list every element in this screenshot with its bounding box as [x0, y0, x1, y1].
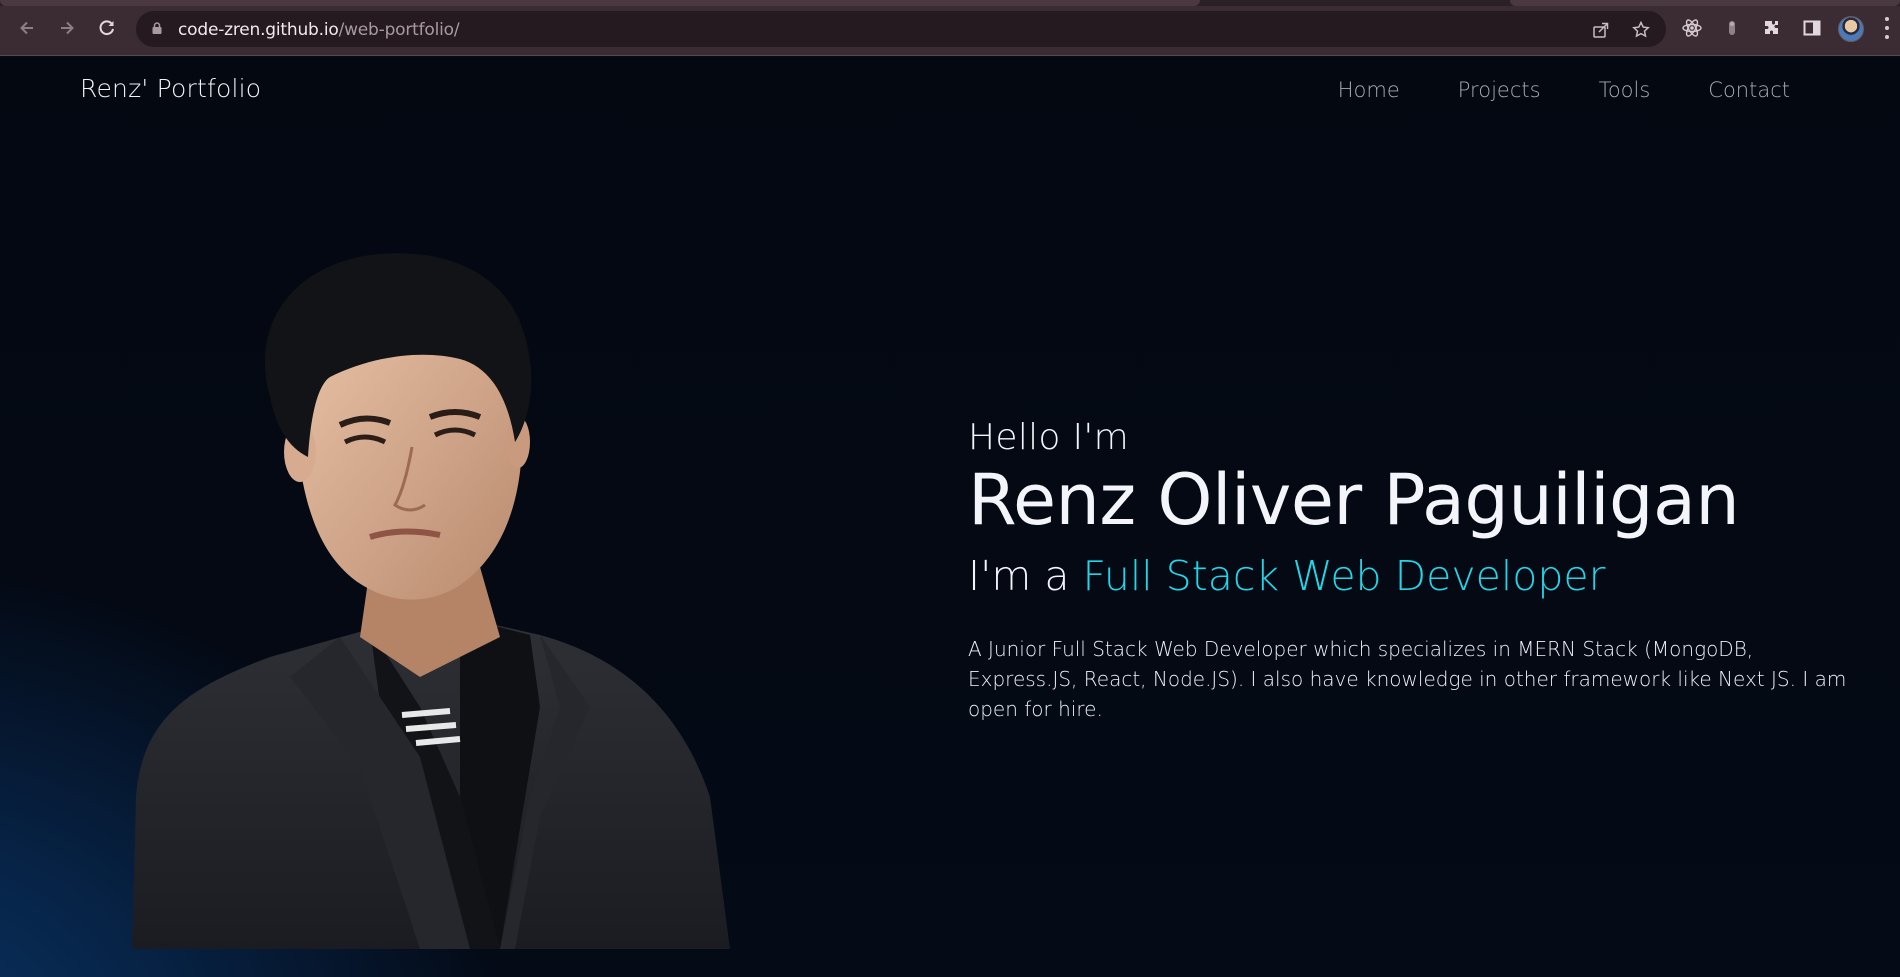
hero-bio: A Junior Full Stack Web Developer which …: [968, 636, 1847, 721]
tab[interactable]: [1510, 0, 1900, 6]
role-highlight: Full Stack Web Developer: [1082, 551, 1606, 600]
role-prefix: I'm a: [968, 551, 1083, 600]
nav-home[interactable]: Home: [1338, 78, 1400, 102]
forward-arrow-icon[interactable]: [54, 15, 80, 41]
portfolio-page: Renz' Portfolio Home Projects Tools Cont…: [0, 57, 1900, 977]
url-text[interactable]: code-zren.github.io/web-portfolio/: [178, 20, 460, 40]
hero-role: I'm a Full Stack Web Developer: [968, 552, 1848, 600]
hero-name: Renz Oliver Paguiligan: [968, 459, 1740, 541]
browser-toolbar: code-zren.github.io/web-portfolio/: [0, 0, 1900, 56]
star-icon[interactable]: [1630, 19, 1652, 41]
url-host: code-zren.github.io: [178, 20, 339, 40]
profile-photo: [132, 253, 730, 949]
side-panel-icon[interactable]: [1800, 16, 1824, 40]
back-arrow-icon[interactable]: [14, 15, 40, 41]
lock-icon[interactable]: [152, 22, 162, 34]
react-icon[interactable]: [1680, 16, 1704, 40]
nav-tools[interactable]: Tools: [1599, 78, 1651, 102]
address-bar[interactable]: code-zren.github.io/web-portfolio/: [136, 11, 1666, 47]
site-nav: Home Projects Tools Contact: [1338, 78, 1790, 102]
tab[interactable]: [0, 0, 1200, 6]
puzzle-icon[interactable]: [1760, 16, 1784, 40]
extension-icon[interactable]: [1720, 16, 1744, 40]
hero-greeting: Hello I'm: [968, 417, 1129, 458]
tab-strip: [0, 0, 1900, 6]
kebab-menu-icon[interactable]: [1884, 17, 1890, 39]
profile-avatar[interactable]: [1838, 16, 1864, 42]
nav-projects[interactable]: Projects: [1458, 78, 1541, 102]
hero-section: Hello I'm Renz Oliver Paguiligan I'm a F…: [968, 417, 1848, 724]
site-brand[interactable]: Renz' Portfolio: [80, 74, 261, 103]
reload-icon[interactable]: [94, 15, 120, 41]
share-icon[interactable]: [1590, 19, 1612, 41]
nav-contact[interactable]: Contact: [1708, 78, 1790, 102]
url-path: /web-portfolio/: [338, 20, 460, 40]
